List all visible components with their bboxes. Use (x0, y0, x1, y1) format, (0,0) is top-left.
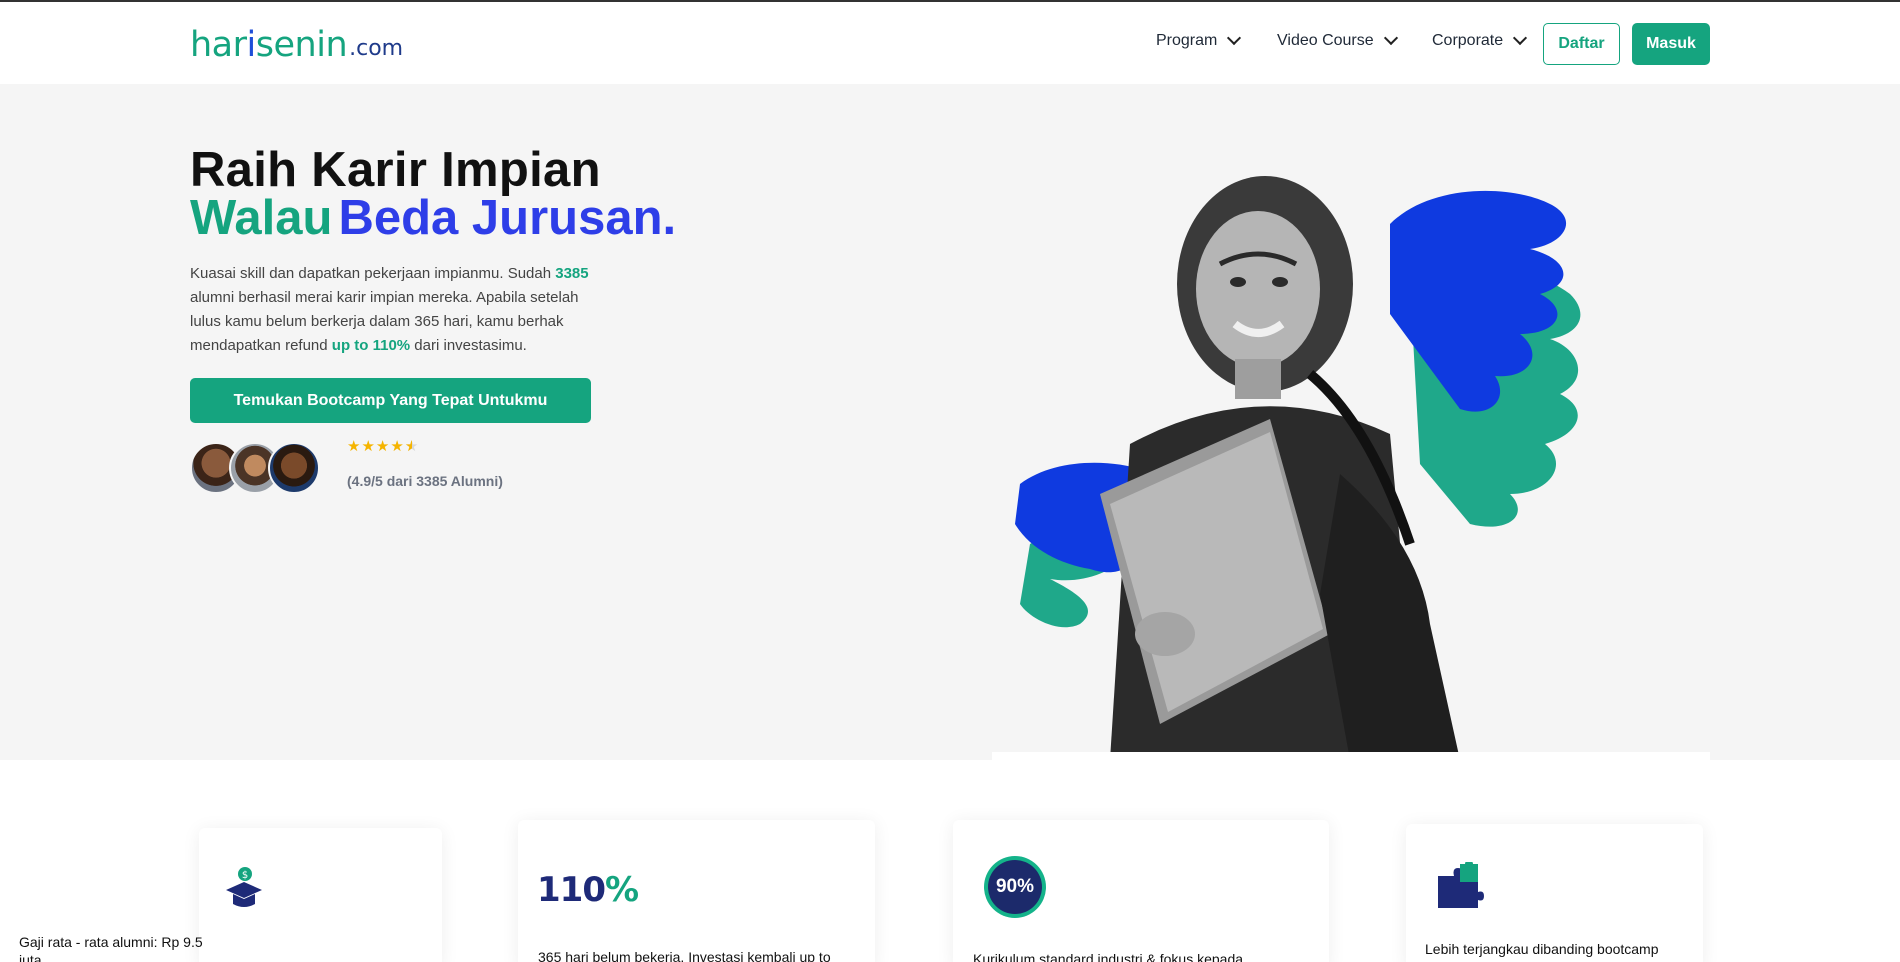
curriculum-text: Kurikulum standard industri & fokus kepa… (973, 951, 1244, 962)
chevron-down-icon (1227, 30, 1242, 46)
logo-tld: .com (349, 36, 404, 61)
chevron-down-icon (1383, 30, 1398, 46)
curriculum-badge: 90% (984, 856, 1046, 918)
navbar: harisenin .com Program Video Course Corpo… (0, 2, 1900, 84)
refund-highlight: up to 110% (331, 337, 411, 354)
masuk-button[interactable]: Masuk (1632, 23, 1710, 65)
hero-title-green: Walau (190, 191, 333, 245)
star-icon: ★ (361, 438, 375, 455)
chevron-down-icon (1513, 30, 1528, 46)
hero-description: Kuasai skill dan dapatkan pekerjaan impi… (190, 265, 589, 354)
nav-item-label: Video Course (1277, 32, 1374, 49)
nav-item-program[interactable]: Program (1156, 30, 1242, 50)
nav-item-video-course[interactable]: Video Course (1277, 30, 1398, 50)
hero-section: Raih Karir Impian Walau Beda Jurusan. Kua… (0, 84, 1900, 760)
alumni-avatars (190, 442, 320, 494)
logo-wordmark: harisenin (190, 25, 348, 65)
affordable-text: Lebih terjangkau dibanding bootcamp (1425, 941, 1659, 957)
svg-text:$: $ (242, 870, 248, 881)
logo[interactable]: harisenin .com (190, 25, 404, 65)
salary-text: Gaji rata - rata alumni: Rp 9.5 juta (19, 934, 203, 962)
nav-item-label: Corporate (1432, 32, 1504, 49)
star-icon: ★ (375, 438, 390, 455)
puzzle-icon (1438, 862, 1484, 908)
hero-title-line2: Walau Beda Jurusan. (190, 190, 676, 246)
star-half-icon: ★ (405, 439, 418, 456)
rating-stars: ★ ★ ★ ★ ★ (347, 438, 418, 456)
graduation-cap-money-icon: $ (226, 867, 262, 907)
refund-text: 365 hari belum bekerja, Investasi kembal… (538, 949, 831, 962)
refund-percentage: 110% (537, 870, 639, 910)
curriculum-badge-label: 90% (988, 860, 1042, 914)
star-icon: ★ (390, 438, 404, 455)
stats-section: $ Gaji rata - rata alumni: Rp 9.5 juta 1… (0, 760, 1900, 962)
hero-illustration (990, 164, 1750, 760)
nav-item-corporate[interactable]: Corporate (1432, 30, 1528, 50)
person-face (1196, 211, 1320, 367)
hero-title-blue: Beda Jurusan. (338, 191, 677, 245)
rating-text: (4.9/5 dari 3385 Alumni) (347, 473, 503, 489)
nav-item-label: Program (1156, 32, 1218, 49)
daftar-button[interactable]: Daftar (1543, 23, 1620, 65)
avatar (268, 442, 320, 494)
alumni-count: 3385 (555, 265, 589, 282)
hero-divider (992, 752, 1710, 760)
find-bootcamp-button[interactable]: Temukan Bootcamp Yang Tepat Untukmu (190, 378, 591, 423)
star-icon: ★ (347, 438, 361, 455)
